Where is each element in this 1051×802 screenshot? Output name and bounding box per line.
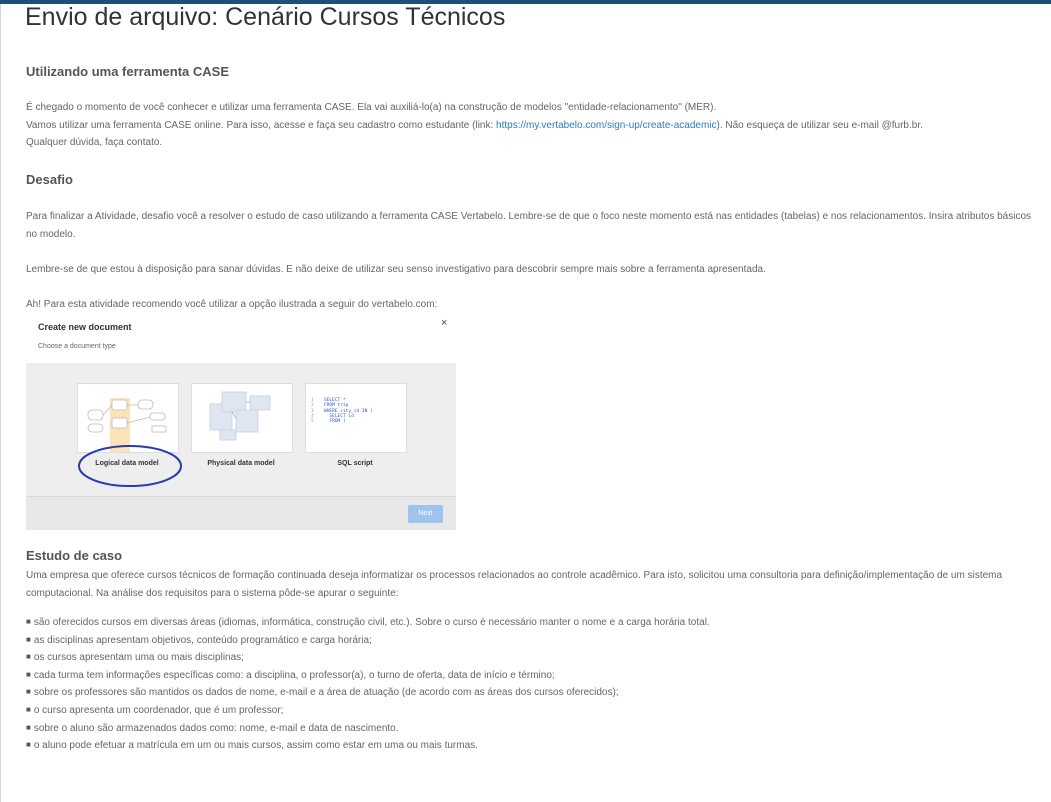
section-heading-challenge: Desafio xyxy=(26,172,73,187)
physical-model-label[interactable]: Physical data model xyxy=(186,460,296,467)
list-item: ■ cada turma tem informações específicas … xyxy=(26,669,555,681)
paragraph-recommendation: Ah! Para esta atividade recomendo você u… xyxy=(26,299,438,310)
list-item: ■ os cursos apresentam uma ou mais discip… xyxy=(26,652,244,664)
physical-diagram-icon xyxy=(209,391,271,441)
section-heading-case-study: Estudo de caso xyxy=(26,548,123,563)
dialog-footer: Next xyxy=(26,496,456,530)
bullet-square-icon: ■ xyxy=(26,652,31,662)
page-title: Envio de arquivo: Cenário Cursos Técnico… xyxy=(25,3,506,31)
logical-diagram-icon xyxy=(87,398,167,452)
paragraph-intro: É chegado o momento de você conhecer e u… xyxy=(26,102,717,113)
paragraph-signup: Vamos utilizar uma ferramenta CASE onlin… xyxy=(26,117,1036,135)
section-heading-case-tool: Utilizando uma ferramenta CASE xyxy=(26,64,229,79)
sql-code-preview: SELECT * FROM trip WHERE city_id IN ( SE… xyxy=(324,398,373,425)
paragraph-challenge: Para finalizar a Atividade, desafio você… xyxy=(26,211,1032,240)
list-item: ■ sobre o aluno são armazenados dados com… xyxy=(26,722,399,734)
physical-model-card[interactable] xyxy=(191,383,293,453)
bullet-square-icon: ■ xyxy=(26,704,31,714)
sql-script-label[interactable]: SQL script xyxy=(300,460,410,467)
list-item: ■ são oferecidos cursos em diversas áreas… xyxy=(26,617,710,628)
dialog-body: Logical data model Physical data model 1… xyxy=(26,363,456,496)
paragraph-support: Lembre-se de que estou à disposição para… xyxy=(26,264,766,275)
dialog-subtitle: Choose a document type xyxy=(38,343,116,350)
bullet-square-icon: ■ xyxy=(26,634,31,644)
highlight-circle xyxy=(78,445,182,487)
bullet-square-icon: ■ xyxy=(26,740,31,750)
vertabelo-signup-link[interactable]: https://my.vertabelo.com/sign-up/create-… xyxy=(496,120,716,131)
dialog-title: Create new document xyxy=(38,322,132,332)
paragraph-case-study: Uma empresa que oferece cursos técnicos … xyxy=(26,570,1003,599)
sql-line-numbers: 1 2 3 4 5 xyxy=(311,398,314,425)
bullet-square-icon: ■ xyxy=(26,687,31,697)
sql-script-card[interactable]: 1 2 3 4 5 SELECT * FROM trip WHERE city_… xyxy=(305,383,407,453)
list-item: ■ o aluno pode efetuar a matrícula em um … xyxy=(26,740,478,752)
paragraph-contact: Qualquer dúvida, faça contato. xyxy=(26,137,163,148)
create-document-dialog-image: Create new document Choose a document ty… xyxy=(26,316,456,530)
requirements-list: ■ são oferecidos cursos em diversas áreas… xyxy=(26,614,710,755)
next-button[interactable]: Next xyxy=(408,505,443,523)
left-border xyxy=(0,4,1,802)
bullet-square-icon: ■ xyxy=(26,722,31,732)
bullet-square-icon: ■ xyxy=(26,617,31,626)
list-item: ■ sobre os professores são mantidos os da… xyxy=(26,687,619,699)
bullet-square-icon: ■ xyxy=(26,669,31,679)
signup-text-before: Vamos utilizar uma ferramenta CASE onlin… xyxy=(26,120,497,131)
list-item: ■ o curso apresenta um coordenador, que é… xyxy=(26,704,284,716)
signup-text-after: ). Não esqueça de utilizar seu e-mail @f… xyxy=(716,120,923,131)
close-icon[interactable]: × xyxy=(441,317,447,329)
list-item: ■ as disciplinas apresentam objetivos, co… xyxy=(26,634,372,646)
